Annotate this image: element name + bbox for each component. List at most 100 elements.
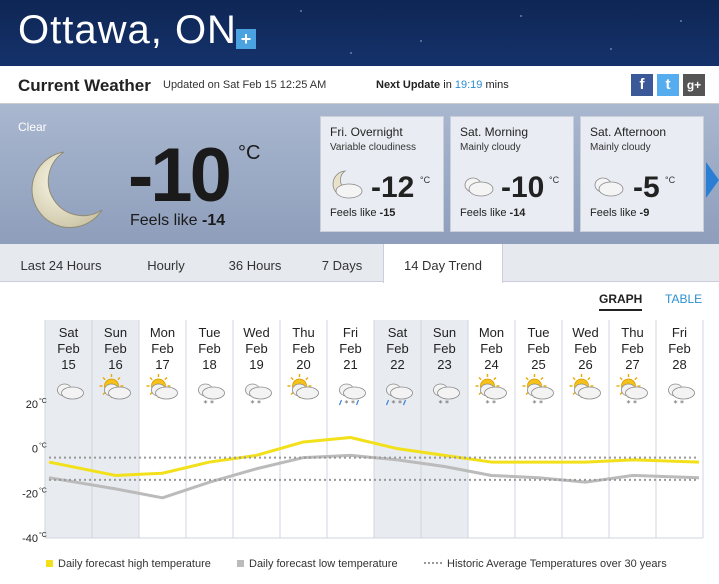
feels-like-label: Feels like (590, 207, 637, 219)
legend-high: Daily forecast high temperature (46, 558, 211, 570)
day-label: 18 (202, 357, 216, 372)
day-label: 26 (578, 357, 592, 372)
day-label: 27 (625, 357, 639, 372)
add-location-button[interactable]: + (236, 29, 256, 49)
day-label: Thu (292, 325, 314, 340)
y-tick-unit: °C (39, 442, 47, 450)
current-temperature: -10 (128, 133, 232, 218)
tab-hourly[interactable]: Hourly (122, 244, 210, 282)
day-label: Feb (339, 341, 361, 356)
table-view-link[interactable]: TABLE (665, 292, 702, 306)
y-tick-label: -20 (22, 488, 38, 500)
day-label: 20 (296, 357, 310, 372)
y-tick-label: 20 (26, 399, 38, 411)
forecast-temp-unit: °C (549, 175, 560, 185)
legend-low: Daily forecast low temperature (237, 558, 398, 570)
y-tick-unit: °C (39, 397, 47, 405)
day-label: Mon (150, 325, 175, 340)
moon-cloud-icon (332, 170, 363, 199)
svg-text:* *: * * (204, 399, 215, 408)
forecast-temperature: -12 (371, 171, 415, 204)
legend-historic: Historic Average Temperatures over 30 ye… (424, 558, 667, 570)
day-label: Feb (433, 341, 455, 356)
next-update: Next Update in 19:19 mins (376, 79, 509, 91)
y-tick-label: 0 (32, 444, 38, 456)
forecast-period: Fri. Overnight (330, 125, 403, 139)
forecast-feels-like: Feels like -15 (330, 207, 395, 219)
svg-text:* *: * * (392, 399, 403, 408)
svg-text:* *: * * (533, 399, 544, 408)
legend-low-label: Daily forecast low temperature (249, 558, 398, 570)
y-tick-unit: °C (39, 486, 47, 494)
forecast-tabs: Last 24 Hours Hourly 36 Hours 7 Days 14 … (0, 244, 719, 283)
forecast-description: Mainly cloudy (590, 142, 651, 153)
cloud-icon (594, 177, 624, 197)
day-label: Mon (479, 325, 504, 340)
legend-swatch-low (237, 560, 244, 567)
forecast-temperature: -10 (501, 171, 545, 204)
tab-14-day-trend[interactable]: 14 Day Trend (383, 244, 503, 283)
location-header: Ottawa, ON + (0, 0, 719, 66)
feels-like-label: Feels like (330, 207, 377, 219)
day-label: Feb (198, 341, 220, 356)
forecast-period: Sat. Morning (460, 125, 529, 139)
graph-view-link[interactable]: GRAPH (599, 292, 643, 311)
day-label: Feb (104, 341, 126, 356)
next-update-label: Next Update (376, 79, 441, 91)
svg-text:* *: * * (251, 399, 262, 408)
tab-last-24-hours[interactable]: Last 24 Hours (0, 244, 122, 282)
day-label: Tue (199, 325, 221, 340)
day-label: Feb (292, 341, 314, 356)
current-conditions-panel: Clear -10 °C Feels like -14 Fri. Overnig… (0, 104, 719, 244)
updated-timestamp: Updated on Sat Feb 15 12:25 AM (163, 79, 327, 91)
facebook-icon[interactable]: f (631, 74, 653, 96)
day-label: Feb (621, 341, 643, 356)
feels-like-value: -9 (639, 207, 650, 219)
day-label: Feb (527, 341, 549, 356)
day-label: Sun (104, 325, 127, 340)
forecast-card[interactable]: Fri. Overnight Variable cloudiness -12 °… (320, 116, 444, 232)
day-label: Feb (574, 341, 596, 356)
day-label: 28 (672, 357, 686, 372)
google-plus-icon[interactable]: g+ (683, 74, 705, 96)
moon-icon (31, 151, 103, 228)
forecast-temp-unit: °C (665, 175, 676, 185)
day-label: 21 (343, 357, 357, 372)
day-label: 16 (108, 357, 122, 372)
day-label: Sat (388, 325, 408, 340)
cloud-icon (464, 177, 494, 197)
svg-text:* *: * * (439, 399, 450, 408)
twitter-icon[interactable]: t (657, 74, 679, 96)
legend-swatch-historic (424, 562, 442, 564)
day-label: Feb (245, 341, 267, 356)
day-label: Sat (59, 325, 79, 340)
forecast-feels-like: Feels like -14 (460, 207, 525, 219)
day-label: Sun (433, 325, 456, 340)
forecast-description: Mainly cloudy (460, 142, 521, 153)
feels-like-value: -14 (202, 212, 226, 229)
tab-7-days[interactable]: 7 Days (300, 244, 384, 282)
feels-like-value: -14 (509, 207, 526, 219)
feels-like-label: Feels like (130, 212, 198, 229)
day-label: Wed (572, 325, 599, 340)
day-label: 25 (531, 357, 545, 372)
day-label: Feb (668, 341, 690, 356)
day-label: 22 (390, 357, 404, 372)
day-label: Wed (243, 325, 270, 340)
day-label: 17 (155, 357, 169, 372)
day-label: Feb (151, 341, 173, 356)
forecast-description: Variable cloudiness (330, 142, 416, 153)
svg-text:* *: * * (674, 399, 685, 408)
day-label: 15 (61, 357, 75, 372)
forecast-period: Sat. Afternoon (590, 125, 667, 139)
forecast-card[interactable]: Sat. Afternoon Mainly cloudy -5 °C Feels… (580, 116, 704, 232)
day-label: Thu (621, 325, 643, 340)
next-forecast-arrow-icon[interactable] (706, 162, 719, 198)
day-label: Fri (672, 325, 687, 340)
next-update-unit: mins (485, 79, 509, 91)
day-label: Feb (57, 341, 79, 356)
tab-36-hours[interactable]: 36 Hours (210, 244, 300, 282)
city-name: Ottawa, ON (18, 8, 237, 52)
forecast-card[interactable]: Sat. Morning Mainly cloudy -10 °C Feels … (450, 116, 574, 232)
trend-chart-svg: SatFeb15SunFeb16MonFeb17TueFeb18* *WedFe… (22, 320, 704, 545)
